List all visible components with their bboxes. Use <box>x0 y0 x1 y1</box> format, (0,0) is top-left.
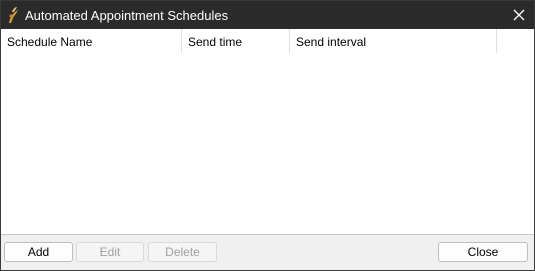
edit-button[interactable]: Edit <box>76 242 144 262</box>
window-title: Automated Appointment Schedules <box>25 8 229 23</box>
column-header-send-time[interactable]: Send time <box>182 29 290 53</box>
close-button[interactable]: Close <box>438 242 528 262</box>
button-bar: Add Edit Delete Close <box>1 235 534 270</box>
schedules-table[interactable]: Schedule Name Send time Send interval <box>1 29 534 235</box>
add-button[interactable]: Add <box>4 242 73 262</box>
column-header-schedule-name[interactable]: Schedule Name <box>1 29 182 53</box>
app-logo-icon <box>6 6 20 24</box>
delete-button[interactable]: Delete <box>148 242 217 262</box>
table-header: Schedule Name Send time Send interval <box>1 29 497 53</box>
close-icon[interactable] <box>508 4 530 26</box>
column-header-send-interval[interactable]: Send interval <box>290 29 497 53</box>
title-bar[interactable]: Automated Appointment Schedules <box>1 1 534 29</box>
dialog-window: Automated Appointment Schedules Schedule… <box>0 0 535 271</box>
